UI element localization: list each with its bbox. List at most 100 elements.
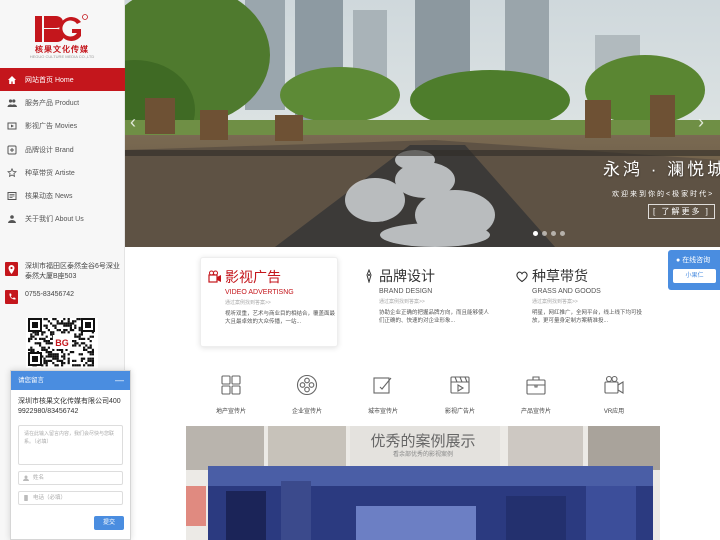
service-description: 协助企业正确的把握品牌方向，而且能够使人们正确的、快速的对企业形象... [379,310,490,324]
banner-learn-more-button[interactable]: [ 了解更多 ] [648,204,715,219]
category-real-estate[interactable]: 地产宣传片 [201,374,261,415]
service-description: 视听双重，艺术与商业目的相结合，覆盖面最大且最卓效的大众传播，一站... [225,311,336,325]
service-title: 种草带货 [532,268,588,284]
message-company-info: 深圳市核果文化传媒有限公司4009922980/83456742 [18,398,121,415]
service-more-link[interactable]: 通过案例找到答案>> [225,299,271,306]
submit-button[interactable]: 提交 [94,516,124,530]
online-consult-title: ● 在线咨询 [676,255,710,265]
main-nav: 网站首页 Home 服务产品 Product 影视广告 Movies 品牌设计 Bra… [0,68,125,231]
address-text: 深圳市福田区泰然金谷6号深业泰然大厦B座503 [25,263,120,280]
nav-item-6[interactable]: 关于我们 About Us [0,208,125,231]
news-icon [7,191,17,201]
category-product[interactable]: 产品宣传片 [506,374,566,415]
nav-item-1[interactable]: 服务产品 Product [0,91,125,114]
category-label: 影视广告片 [444,409,475,415]
nav-item-5[interactable]: 核果动态 News [0,184,125,207]
video-ad-icon [208,270,221,283]
name-input-placeholder: 姓名 [33,475,45,481]
brand-icon [7,145,17,155]
edit-icon [373,377,392,394]
film-reel-icon [296,374,318,396]
star-icon [7,167,17,178]
nav-item-label: 服务产品 Product [25,99,80,107]
category-city[interactable]: 城市宣传片 [353,374,413,415]
hero-banner[interactable]: ‹ › 永鸿 · 澜悦城 欢迎来到你的<极家时代> [ 了解更多 ] [125,0,720,247]
address-row: 深圳市福田区泰然金谷6号深业泰然大厦B座503 [0,258,125,286]
online-consult-widget[interactable]: ● 在线咨询 小果仁 [668,250,720,290]
phone-icon [5,290,18,304]
banner-next-arrow-icon[interactable]: › [698,112,704,133]
category-film-ad[interactable]: 影视广告片 [430,374,490,415]
nav-item-label: 网站首页 Home [25,76,74,84]
banner-dot[interactable] [533,231,538,236]
service-subtitle: VIDEO ADVERTISNG [225,289,294,296]
nav-item-label: 核果动态 News [25,193,73,201]
briefcase-icon [526,376,546,395]
nav-item-4[interactable]: 种草带货 Artiste [0,161,125,184]
phone-text[interactable]: 0755-83456742 [25,290,123,300]
banner-subtitle: 欢迎来到你的<极家时代> [612,191,715,198]
logo-name-en: HEGUO CULTURE MEDIA CO.,LTD [29,54,95,59]
grid-icon [221,375,241,395]
film-icon [7,121,17,131]
team-icon [7,214,17,224]
brand-design-icon [366,269,372,283]
location-pin-icon [5,262,18,276]
service-card-video[interactable]: 影视广告 VIDEO ADVERTISNG 通过案例找到答案>> 视听双重，艺术… [200,257,338,347]
banner-dot[interactable] [551,231,556,236]
service-title: 影视广告 [225,269,281,285]
category-label: 企业宣传片 [291,409,322,415]
home-icon [7,75,17,85]
phone-row: 0755-83456742 [0,286,125,308]
name-input[interactable]: 姓名 [18,471,123,485]
online-consult-label: 在线咨询 [682,257,711,264]
category-vr[interactable]: VR应用 [584,374,644,415]
category-label: VR应用 [603,409,625,415]
phone-input[interactable]: 电话（必填） [18,491,123,505]
logo[interactable]: 核果文化传媒 HEGUO CULTURE MEDIA CO.,LTD [27,13,97,61]
nav-item-2[interactable]: 影视广告 Movies [0,115,125,138]
users-icon [7,98,17,108]
phone-input-placeholder: 电话（必填） [33,495,67,501]
category-corporate[interactable]: 企业宣传片 [277,374,337,415]
logo-mark-icon [35,14,88,42]
banner-dot[interactable] [560,231,565,236]
qr-code-icon: BG [26,318,98,368]
category-label: 地产宣传片 [215,409,246,415]
message-panel: 请您留言 — 深圳市核果文化传媒有限公司4009922980/83456742 … [10,370,131,540]
nav-item-label: 影视广告 Movies [25,123,78,131]
category-label: 城市宣传片 [367,409,398,415]
banner-prev-arrow-icon[interactable]: ‹ [130,112,136,133]
grass-goods-icon [516,271,528,283]
nav-item-0[interactable]: 网站首页 Home [0,68,125,92]
nav-item-3[interactable]: 品牌设计 Brand [0,138,125,161]
hero-image [125,0,720,247]
minimize-icon[interactable]: — [115,371,124,390]
nav-item-label: 种草带货 Artiste [25,169,75,177]
cases-subtitle: 看余部优秀的影视案例 [392,452,453,458]
banner-pagination [533,231,565,236]
service-description: 明星，网红推广，全网平台，线上线下均可投放，更可量身定制方案精准投... [532,310,643,324]
category-label: 产品宣传片 [520,409,551,415]
service-card-brand[interactable]: 品牌设计 BRAND DESIGN 通过案例找到答案>> 协助企业正确的把握品牌… [355,257,493,347]
service-subtitle: GRASS AND GOODS [532,288,601,295]
service-title: 品牌设计 [379,268,435,284]
contact-block: 深圳市福田区泰然金谷6号深业泰然大厦B座503 0755-83456742 [0,258,125,308]
online-agent-button[interactable]: 小果仁 [673,269,716,283]
page-root: 核果文化传媒 HEGUO CULTURE MEDIA CO.,LTD 网站首页 … [0,0,720,540]
svg-text:BG: BG [55,338,69,348]
service-more-link[interactable]: 通过案例找到答案>> [532,298,578,305]
nav-item-label: 品牌设计 Brand [25,146,74,154]
camera-icon [604,375,624,394]
banner-dot[interactable] [542,231,547,236]
phone-field-icon [24,495,28,501]
service-subtitle: BRAND DESIGN [379,288,433,295]
message-header[interactable]: 请您留言 — [11,371,130,390]
user-icon [23,475,29,481]
service-more-link[interactable]: 通过案例找到答案>> [379,298,425,305]
chat-icon: ● [676,257,681,264]
message-textarea[interactable]: 请在此输入留言内容，我们会尽快与您联系。（必填） [18,425,123,465]
clapper-icon [450,376,470,394]
service-card-grass[interactable]: 种草带货 GRASS AND GOODS 通过案例找到答案>> 明星，网红推广，… [508,257,646,347]
cases-title: 优秀的案例展示 [370,433,476,450]
